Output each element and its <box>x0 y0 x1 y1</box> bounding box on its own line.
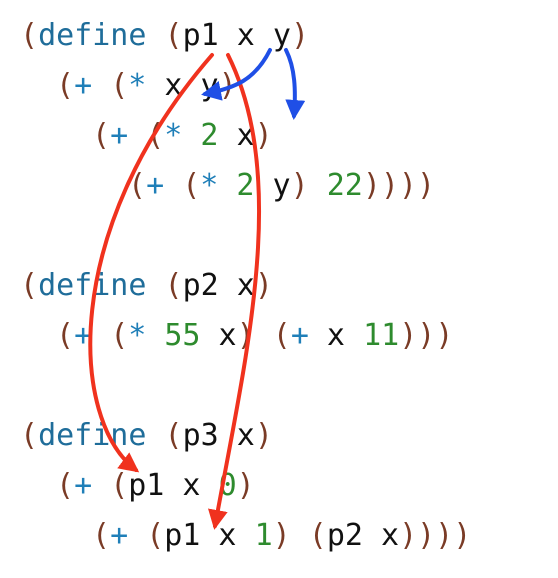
code-token: ( <box>20 418 39 453</box>
code-token: 22 <box>326 168 363 203</box>
code-token: ) <box>218 68 237 103</box>
code-token: 55 <box>164 318 201 353</box>
code-token: ( <box>110 318 129 353</box>
code-token: ( <box>146 518 165 553</box>
code-token: * <box>164 118 183 153</box>
code-token: x y <box>146 68 219 103</box>
code-token: ) <box>254 268 273 303</box>
code-token: ( <box>56 468 75 503</box>
code-token: * <box>128 318 147 353</box>
code-token: y <box>254 168 291 203</box>
arrow-blue-y-to-use <box>284 48 306 120</box>
code-token: define <box>38 418 147 453</box>
code-token: define <box>38 18 147 53</box>
code-token: ) <box>290 18 309 53</box>
code-line: (+ (* 2 x) <box>92 118 273 154</box>
code-line: (+ (* x y) <box>56 68 237 104</box>
code-token: )) <box>399 318 436 353</box>
code-token: p1 <box>128 468 165 503</box>
code-token: ( <box>128 168 147 203</box>
code-token: p3 <box>182 418 219 453</box>
code-token: x <box>362 518 400 553</box>
code-token: + <box>290 318 309 353</box>
code-token: p2 <box>182 268 219 303</box>
code-token: define <box>38 268 147 303</box>
code-line: (define (p1 x y) <box>20 18 309 54</box>
code-token: ) <box>272 518 291 553</box>
code-token: ( <box>146 118 165 153</box>
code-token: ( <box>164 418 183 453</box>
code-token: + <box>74 318 93 353</box>
code-line: (+ (* 2 y) 22)))) <box>128 168 435 204</box>
code-token: x <box>200 318 237 353</box>
code-token: ) <box>453 518 472 553</box>
code-token: ))) <box>399 518 454 553</box>
code-token: )))) <box>362 168 436 203</box>
code-token: p2 <box>326 518 363 553</box>
code-token: + <box>146 168 165 203</box>
code-token: ( <box>272 318 291 353</box>
code-token: 1 <box>254 518 273 553</box>
code-token: x <box>164 468 219 503</box>
code-token: ) <box>254 118 273 153</box>
code-token: ( <box>92 118 111 153</box>
code-token: * <box>128 68 147 103</box>
code-token: ( <box>164 268 183 303</box>
code-line: (define (p2 x) <box>20 268 273 304</box>
code-line: (define (p3 x) <box>20 418 273 454</box>
code-token: ) <box>435 318 454 353</box>
code-token: ) <box>290 168 309 203</box>
code-token: x <box>218 118 255 153</box>
code-token: x <box>218 268 255 303</box>
code-token: + <box>110 518 129 553</box>
code-token: ( <box>56 68 75 103</box>
code-token: ( <box>110 468 129 503</box>
code-token: ( <box>20 18 39 53</box>
code-token: ( <box>110 68 129 103</box>
code-token: 11 <box>363 318 400 353</box>
code-line: (+ (p1 x 0) <box>56 468 255 504</box>
code-token: 2 <box>200 118 219 153</box>
code-token: ) <box>236 318 255 353</box>
code-token: x <box>308 318 364 353</box>
code-token: x y <box>218 18 291 53</box>
code-line: (+ (* 55 x) (+ x 11))) <box>56 318 453 354</box>
code-token: p1 <box>182 18 219 53</box>
code-token: + <box>74 68 93 103</box>
code-token: x <box>218 418 255 453</box>
code-token: ( <box>164 18 183 53</box>
diagram-canvas: (define (p1 x y) (+ (* x y) (+ (* 2 x) (+ (… <box>0 0 558 578</box>
code-token: ( <box>20 268 39 303</box>
code-token: * <box>200 168 219 203</box>
code-token: ( <box>92 518 111 553</box>
code-token: 0 <box>218 468 237 503</box>
code-line: (+ (p1 x 1) (p2 x)))) <box>92 518 471 554</box>
code-token: ) <box>254 418 273 453</box>
code-token: ) <box>236 468 255 503</box>
code-token: 2 <box>236 168 255 203</box>
code-token: ( <box>56 318 75 353</box>
code-token: + <box>74 468 93 503</box>
code-token: p1 <box>164 518 201 553</box>
code-token: x <box>200 518 255 553</box>
code-token: ( <box>182 168 201 203</box>
code-token: + <box>110 118 129 153</box>
code-token: ( <box>308 518 327 553</box>
